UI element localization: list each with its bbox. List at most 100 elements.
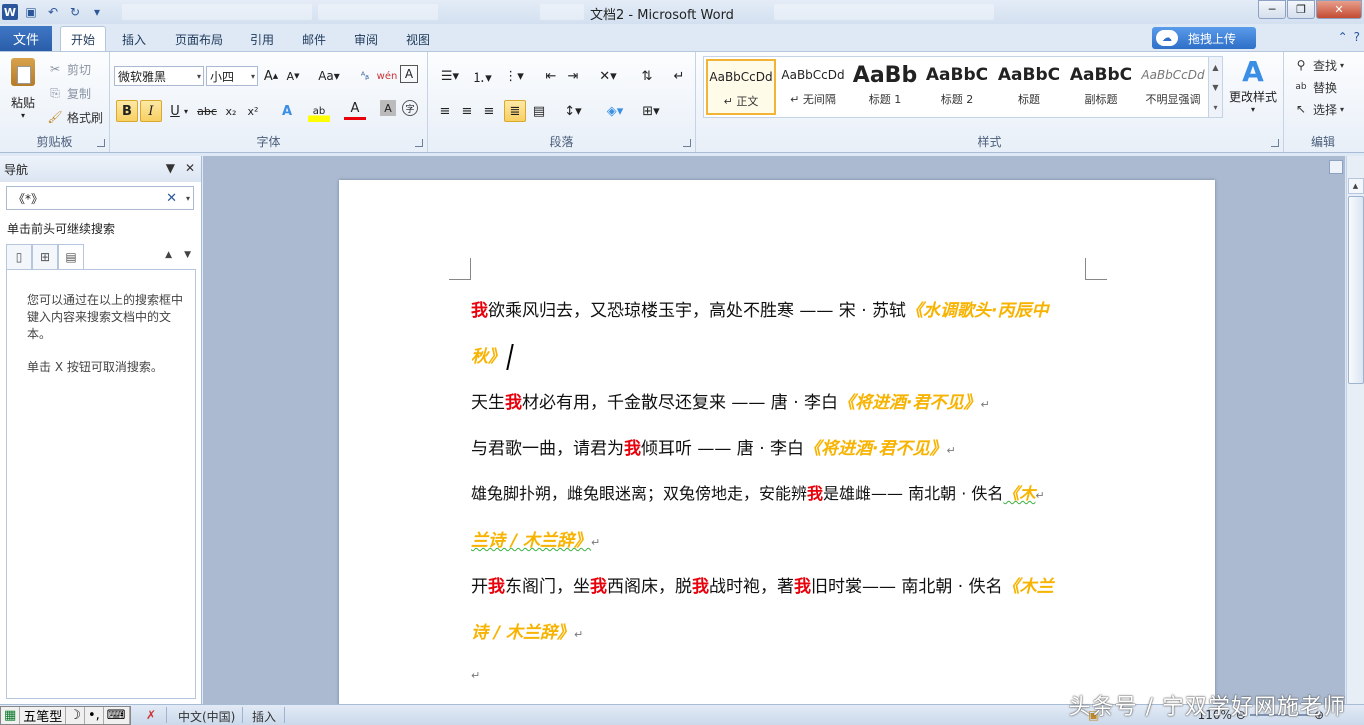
ime-mode[interactable]: 五笔型 (20, 707, 67, 725)
paste-dropdown-icon[interactable]: ▾ (6, 111, 40, 120)
character-shading-icon[interactable]: A (380, 100, 396, 116)
tab-mailings[interactable]: 邮件 (292, 28, 336, 51)
close-button[interactable]: ✕ (1316, 0, 1362, 19)
paragraph-1-cont[interactable]: 秋》 (471, 342, 514, 370)
enclose-characters-icon[interactable]: 字 (402, 100, 418, 116)
superscript-icon[interactable]: x² (242, 100, 264, 122)
scroll-thumb[interactable] (1348, 196, 1364, 384)
copy-button[interactable]: ⎘ 复制 (46, 82, 91, 104)
chinese-layout-icon[interactable]: ✕▾ (594, 65, 622, 87)
minimize-button[interactable]: ─ (1258, 0, 1286, 19)
tab-home[interactable]: 开始 (60, 26, 106, 52)
tab-references[interactable]: 引用 (240, 28, 284, 51)
styles-launcher-icon[interactable] (1271, 139, 1279, 147)
paragraph-1[interactable]: 我欲乘风归去，又恐琼楼玉宇，高处不胜寒 —— 宋 · 苏轼《水调歌头·丙辰中 (471, 296, 1049, 321)
search-options-icon[interactable]: ▾ (186, 194, 190, 203)
paragraph-5[interactable]: 开我东阁门，坐我西阁床，脱我战时袍，著我旧时裳—— 南北朝 · 佚名《木兰 (471, 572, 1054, 597)
undo-icon[interactable]: ↶ (44, 3, 62, 21)
paragraph-launcher-icon[interactable] (683, 139, 691, 147)
sort-icon[interactable]: ⇅ (636, 65, 658, 87)
clear-search-icon[interactable]: ✕ (166, 191, 177, 206)
highlight-icon[interactable]: ab (308, 100, 330, 122)
tab-file[interactable]: 文件 (0, 26, 52, 51)
more-icon[interactable]: ▾ (1213, 103, 1217, 112)
bullets-icon[interactable]: ☰▾ (436, 65, 464, 87)
distributed-icon[interactable]: ▤ (528, 100, 550, 122)
select-button[interactable]: ↖ 选择 ▾ (1292, 98, 1344, 120)
paragraph-5-cont[interactable]: 诗 / 木兰辞》↵ (471, 618, 583, 643)
align-right-icon[interactable]: ≡ (478, 100, 500, 122)
minimize-ribbon-icon[interactable]: ⌃ (1338, 30, 1348, 44)
soft-keyboard-icon[interactable]: ⌨ (104, 707, 130, 724)
shading-icon[interactable]: ◈▾ (600, 100, 630, 122)
bold-icon[interactable]: B (116, 100, 138, 122)
results-view-icon[interactable]: ▤ (58, 244, 84, 270)
character-border-icon[interactable]: A (400, 65, 418, 83)
chevron-up-icon[interactable]: ▲ (1212, 63, 1218, 72)
style-heading-2[interactable]: AaBbC 标题 2 (922, 59, 992, 115)
font-color-icon[interactable]: A (344, 100, 366, 120)
word-app-icon[interactable]: W (2, 4, 18, 20)
view-ruler-icon[interactable] (1329, 160, 1343, 174)
font-size-combo[interactable]: 小四 ▾ (206, 66, 258, 86)
paragraph-4[interactable]: 雄兔脚扑朔，雌兔眼迷离；双兔傍地走，安能辨我是雄雌—— 南北朝 · 佚名《木↵ (471, 480, 1045, 504)
restore-button[interactable]: ❐ (1287, 0, 1315, 19)
font-name-combo[interactable]: 微软雅黑 ▾ (114, 66, 204, 86)
cloud-upload-button[interactable]: ☁ 拖拽上传 (1152, 27, 1256, 49)
line-spacing-icon[interactable]: ↕▾ (558, 100, 588, 122)
empty-paragraph[interactable]: ↵ (471, 664, 480, 684)
borders-icon[interactable]: ⊞▾ (636, 100, 666, 122)
grow-font-icon[interactable]: A ▲ (260, 65, 282, 87)
vertical-scrollbar[interactable]: ▲ (1346, 156, 1364, 704)
pages-view-icon[interactable]: ⊞ (32, 244, 58, 270)
style-subtle-emphasis[interactable]: AaBbCcDd 不明显强调 (1138, 59, 1208, 115)
paste-button[interactable]: 粘贴 ▾ (6, 58, 40, 120)
style-title[interactable]: AaBbC 标题 (994, 59, 1064, 115)
proofing-error-icon[interactable]: ✗ (146, 708, 156, 722)
tab-view[interactable]: 视图 (396, 28, 440, 51)
next-result-icon[interactable]: ▼ (184, 250, 191, 260)
insert-mode-indicator[interactable]: 插入 (252, 708, 276, 725)
subscript-icon[interactable]: x₂ (220, 100, 242, 122)
replace-button[interactable]: ab 替换 (1292, 76, 1337, 98)
previous-result-icon[interactable]: ▲ (165, 250, 172, 260)
style-subtitle[interactable]: AaBbC 副标题 (1066, 59, 1136, 115)
document-page[interactable]: 我欲乘风归去，又恐琼楼玉宇，高处不胜寒 —— 宋 · 苏轼《水调歌头·丙辰中 秋… (339, 180, 1215, 704)
numbering-icon[interactable]: ⒈▾ (468, 65, 496, 87)
increase-indent-icon[interactable]: ⇥ (562, 65, 584, 87)
paragraph-3[interactable]: 与君歌一曲，请君为我倾耳听 —— 唐 · 李白《将进酒·君不见》↵ (471, 434, 956, 459)
tab-review[interactable]: 审阅 (344, 28, 388, 51)
align-center-icon[interactable]: ≡ (456, 100, 478, 122)
style-normal[interactable]: AaBbCcDd ↵ 正文 (706, 59, 776, 115)
chevron-down-icon[interactable]: ▼ (1212, 83, 1218, 92)
punctuation-icon[interactable]: •, (85, 707, 104, 724)
paragraph-2[interactable]: 天生我材必有用，千金散尽还复来 —— 唐 · 李白《将进酒·君不见》↵ (471, 388, 990, 413)
help-icon[interactable]: ? (1354, 30, 1360, 44)
nav-search-input[interactable]: 《*》 ✕ ▾ (6, 186, 194, 210)
align-left-icon[interactable]: ≡ (434, 100, 456, 122)
shrink-font-icon[interactable]: A ▼ (282, 65, 304, 87)
style-heading-1[interactable]: AaBb 标题 1 (850, 59, 920, 115)
tab-page-layout[interactable]: 页面布局 (166, 28, 232, 51)
save-icon[interactable]: ▣ (22, 3, 40, 21)
clipboard-launcher-icon[interactable] (97, 139, 105, 147)
clear-formatting-icon[interactable]: ᴬᵦ (354, 65, 376, 87)
underline-dropdown-icon[interactable]: ▾ (180, 100, 192, 122)
decrease-indent-icon[interactable]: ⇤ (540, 65, 562, 87)
close-pane-icon[interactable]: ✕ (185, 161, 195, 175)
paragraph-4-cont[interactable]: 兰诗 / 木兰辞》↵ (471, 526, 600, 551)
scroll-up-icon[interactable]: ▲ (1347, 178, 1364, 194)
redo-icon[interactable]: ↻ (66, 3, 84, 21)
gallery-scroll[interactable]: ▲ ▼ ▾ (1208, 57, 1222, 117)
cut-button[interactable]: ✂ 剪切 (46, 58, 91, 80)
text-effects-icon[interactable]: A (276, 100, 298, 122)
strikethrough-icon[interactable]: abc (196, 100, 218, 122)
halfwidth-moon-icon[interactable]: ☽ (66, 707, 85, 724)
find-button[interactable]: ⚲ 查找 ▾ (1292, 54, 1344, 76)
language-indicator[interactable]: 中文(中国) (178, 708, 235, 725)
customize-qat-icon[interactable]: ▾ (88, 3, 106, 21)
format-painter-button[interactable]: 🖌 格式刷 (46, 106, 103, 128)
tab-insert[interactable]: 插入 (112, 28, 156, 51)
pane-options-icon[interactable]: ▼ (166, 161, 175, 175)
phonetic-guide-icon[interactable]: wén (376, 65, 398, 87)
